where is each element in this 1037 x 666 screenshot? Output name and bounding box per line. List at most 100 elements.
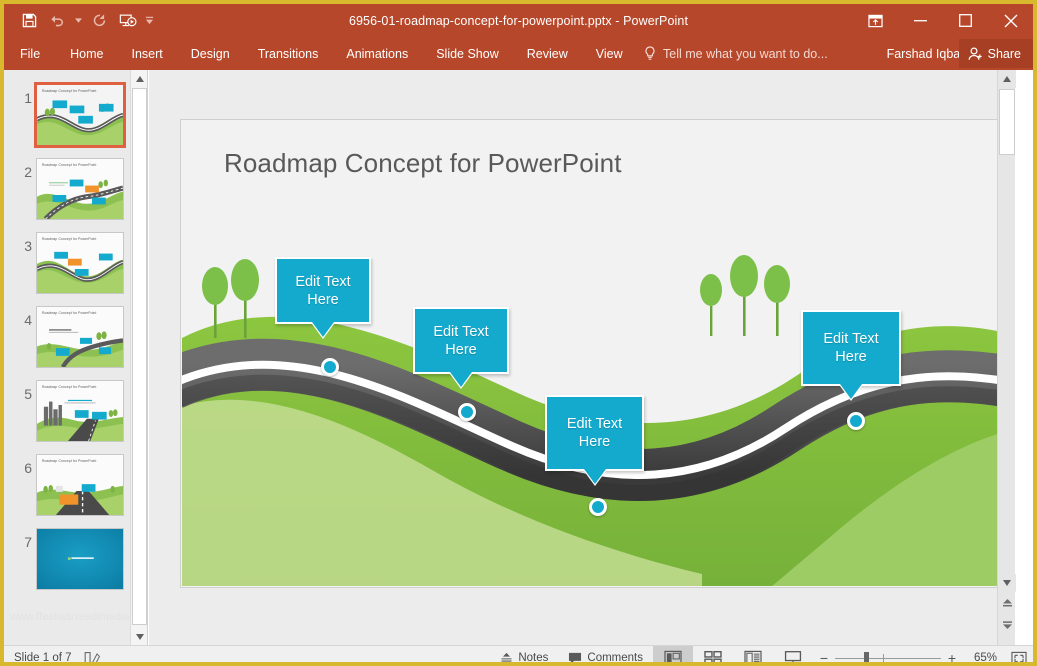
slide-title[interactable]: Roadmap Concept for PowerPoint <box>224 148 622 179</box>
callout-1[interactable]: Edit Text Here <box>275 257 371 324</box>
zoom-slider-knob[interactable] <box>864 652 869 665</box>
start-presentation-icon[interactable] <box>115 8 141 34</box>
slide-number-4: 4 <box>12 312 32 328</box>
zoom-slider[interactable] <box>835 646 941 666</box>
ribbon-display-options-icon[interactable] <box>853 4 898 37</box>
save-icon[interactable] <box>16 8 42 34</box>
thumbnail-scroll-down-icon[interactable] <box>131 628 148 645</box>
accessibility-checker-icon[interactable] <box>78 646 108 666</box>
ribbon-tabs: File Home Insert Design Transitions Anim… <box>4 37 637 70</box>
road-marker-2[interactable] <box>458 403 476 421</box>
slide-sorter-icon <box>704 650 722 666</box>
slide-editing-area: Roadmap Concept for PowerPoint <box>149 70 1015 645</box>
customize-quick-access-toolbar-icon[interactable] <box>143 8 156 34</box>
fit-to-window-button[interactable] <box>1005 646 1033 666</box>
tab-view[interactable]: View <box>582 37 637 70</box>
lightbulb-icon <box>644 46 656 61</box>
callout-4-tail <box>840 384 862 399</box>
tab-file[interactable]: File <box>4 37 56 70</box>
reading-view-button[interactable] <box>733 646 773 666</box>
slide-thumbnail-3[interactable]: 3 Roadmap Concep <box>4 226 148 300</box>
tab-design[interactable]: Design <box>177 37 244 70</box>
comments-label: Comments <box>587 652 643 664</box>
callout-2-line1: Edit Text <box>433 323 488 341</box>
quick-access-toolbar <box>16 4 156 37</box>
slide-thumbnail-preview-5: Roadmap Concept for PowerPoint <box>36 380 124 442</box>
undo-icon[interactable] <box>44 8 70 34</box>
slide-thumbnail-2[interactable]: 2 <box>4 152 148 226</box>
slide-thumbnail-6[interactable]: 6 <box>4 448 148 522</box>
tab-home[interactable]: Home <box>56 37 117 70</box>
callout-2-line2: Here <box>445 341 476 359</box>
road-marker-1[interactable] <box>321 358 339 376</box>
normal-view-button[interactable] <box>653 646 693 666</box>
tab-insert[interactable]: Insert <box>118 37 177 70</box>
fit-slide-icon <box>1011 651 1027 666</box>
slide-vertical-scrollbar[interactable] <box>997 70 1015 645</box>
callout-3-line1: Edit Text <box>567 415 622 433</box>
normal-view-icon <box>664 650 682 666</box>
tab-transitions[interactable]: Transitions <box>244 37 333 70</box>
callout-3[interactable]: Edit Text Here <box>545 395 644 471</box>
callout-4[interactable]: Edit Text Here <box>801 310 901 386</box>
thumb-art-2 <box>37 159 123 219</box>
view-buttons <box>653 646 813 666</box>
callout-2[interactable]: Edit Text Here <box>413 307 509 374</box>
current-slide[interactable]: Roadmap Concept for PowerPoint <box>180 119 1013 588</box>
slide-thumbnail-4[interactable]: 4 <box>4 300 148 374</box>
redo-icon[interactable] <box>87 8 113 34</box>
thumb-art-3 <box>37 233 123 293</box>
zoom-out-button[interactable]: − <box>813 646 835 666</box>
previous-slide-button[interactable] <box>998 594 1016 613</box>
tab-review[interactable]: Review <box>513 37 582 70</box>
callout-3-text: Edit Text Here <box>547 397 642 469</box>
slide-thumbnail-5[interactable]: 5 <box>4 374 148 448</box>
slide-show-view-button[interactable] <box>773 646 813 666</box>
slide-scrollbar-thumb[interactable] <box>999 89 1015 155</box>
road-marker-4[interactable] <box>847 412 865 430</box>
comment-bubble-icon <box>568 652 582 665</box>
road-marker-3[interactable] <box>589 498 607 516</box>
callout-1-line1: Edit Text <box>295 273 350 291</box>
tell-me-search[interactable]: Tell me what you want to do... <box>644 37 828 70</box>
slide-number-1: 1 <box>12 90 32 106</box>
thumbnail-scrollbar[interactable] <box>130 70 147 645</box>
slide-scroll-up-icon[interactable] <box>998 70 1016 88</box>
tab-slide-show[interactable]: Slide Show <box>422 37 513 70</box>
zoom-control: − + 65% <box>813 646 997 666</box>
slide-count-label: Slide 1 of 7 <box>14 652 72 664</box>
slide-thumbnail-1[interactable]: 1 <box>4 78 148 152</box>
comments-button[interactable]: Comments <box>558 646 653 666</box>
close-button[interactable] <box>988 4 1033 37</box>
slide-number-2: 2 <box>12 164 32 180</box>
zoom-level-label[interactable]: 65% <box>963 652 997 664</box>
tab-animations[interactable]: Animations <box>332 37 422 70</box>
notes-icon <box>500 652 513 665</box>
slide-thumbnail-pane: 1 <box>4 70 148 645</box>
callout-3-line2: Here <box>579 433 610 451</box>
callout-1-tail <box>312 322 334 337</box>
minimize-button[interactable] <box>898 4 943 37</box>
thumbnail-scrollbar-thumb[interactable] <box>132 88 147 625</box>
slide-scroll-down-icon[interactable] <box>998 574 1016 592</box>
callout-3-tail <box>584 469 606 484</box>
powerpoint-window: 6956-01-roadmap-concept-for-powerpoint.p… <box>0 0 1037 666</box>
thumbnail-scroll-up-icon[interactable] <box>131 70 148 87</box>
maximize-button[interactable] <box>943 4 988 37</box>
slide-thumbnail-preview-7 <box>36 528 124 590</box>
thumb-title-2: Roadmap Concept for PowerPoint <box>42 163 96 167</box>
workspace: 1 <box>4 70 1033 645</box>
watermark-text: www.ffeeliaarreedimedial.college.com <box>10 611 148 623</box>
slide-thumbnail-7[interactable]: 7 <box>4 522 148 596</box>
slide-sorter-view-button[interactable] <box>693 646 733 666</box>
notes-button[interactable]: Notes <box>490 646 558 666</box>
account-name[interactable]: Farshad Iqbal <box>887 37 963 70</box>
undo-dropdown-icon[interactable] <box>72 8 85 34</box>
zoom-in-button[interactable]: + <box>941 646 963 666</box>
share-label: Share <box>988 47 1021 61</box>
next-slide-button[interactable] <box>998 615 1016 634</box>
share-button[interactable]: Share <box>959 39 1033 68</box>
slide-number-7: 7 <box>12 534 32 550</box>
thumb-title-3: Roadmap Concept for PowerPoint <box>42 237 96 241</box>
slide-number-5: 5 <box>12 386 32 402</box>
